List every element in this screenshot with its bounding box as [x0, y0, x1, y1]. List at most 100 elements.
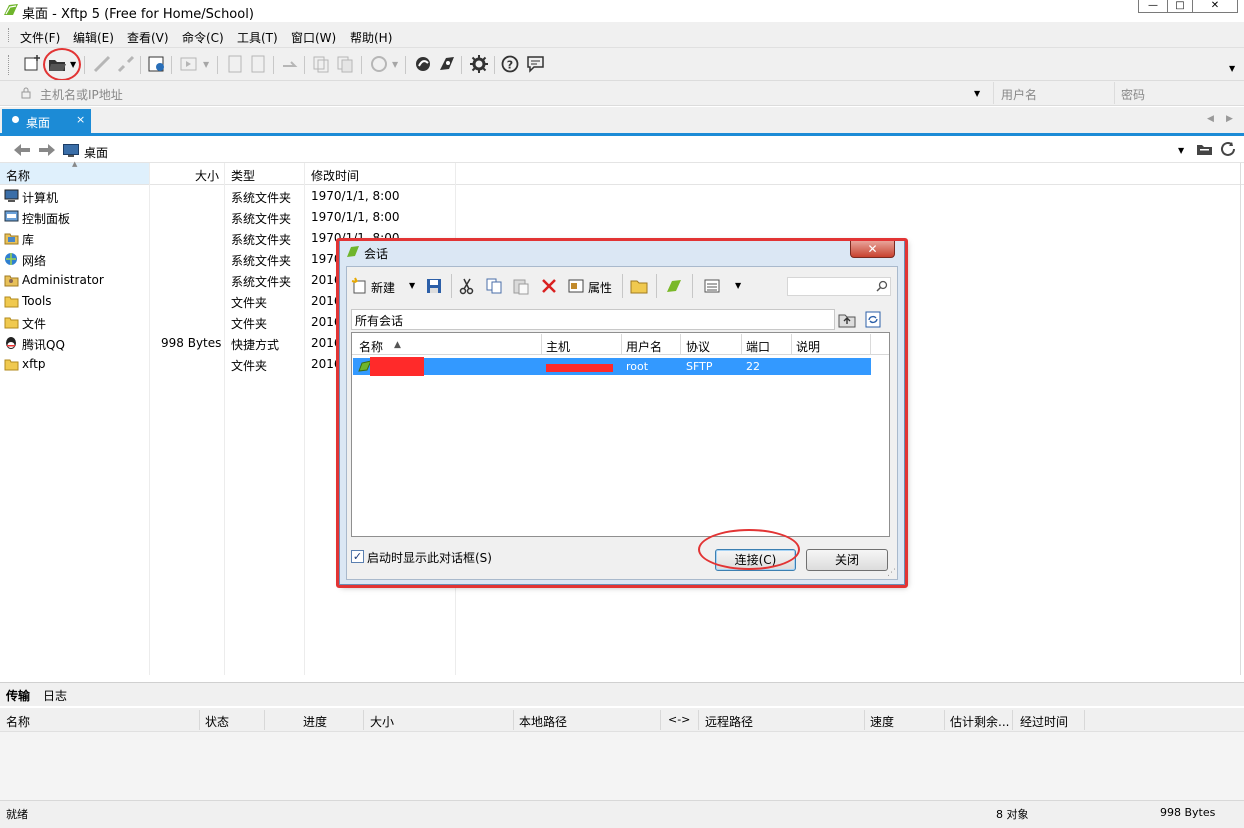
- disconnect-icon[interactable]: [116, 54, 136, 74]
- transfer-col-eta[interactable]: 估计剩余...: [950, 713, 1009, 730]
- current-path[interactable]: 桌面: [84, 144, 108, 161]
- column-divider: [513, 710, 514, 730]
- menu-file[interactable]: 文件(F): [20, 29, 60, 46]
- file-name: xftp: [22, 357, 46, 371]
- path-dropdown-arrow-icon[interactable]: ▼: [1178, 146, 1184, 155]
- pane-border: [1240, 163, 1241, 675]
- file-name: 计算机: [22, 191, 59, 205]
- column-divider: [363, 710, 364, 730]
- file-row[interactable]: 控制面板 系统文件夹 1970/1/1, 8:00: [0, 207, 460, 228]
- menu-window[interactable]: 窗口(W): [291, 29, 336, 46]
- computer-icon: [4, 189, 19, 202]
- object-count: 8 对象: [996, 808, 1029, 821]
- file-type: 系统文件夹: [231, 191, 292, 205]
- sort-ascending-icon: ▲: [72, 160, 78, 168]
- parent-folder-icon[interactable]: [1196, 142, 1213, 156]
- tab-label: 桌面: [26, 116, 51, 130]
- download-icon[interactable]: [248, 54, 268, 74]
- file-type: 系统文件夹: [231, 233, 292, 247]
- password-input[interactable]: 密码: [1121, 86, 1145, 103]
- file-modified: 1970/1/1, 8:00: [311, 189, 400, 203]
- transfer-dropdown-arrow-icon[interactable]: ▼: [203, 60, 209, 69]
- file-modified: 1970/1/1, 8:00: [311, 210, 400, 224]
- transfer-col-speed[interactable]: 速度: [870, 713, 894, 730]
- sync-icon[interactable]: [280, 54, 300, 74]
- menu-command[interactable]: 命令(C): [182, 29, 224, 46]
- gear-icon[interactable]: [469, 54, 489, 74]
- transfer-col-remote-path[interactable]: 远程路径: [705, 713, 753, 730]
- minimize-button[interactable]: —: [1138, 0, 1168, 13]
- file-type: 快捷方式: [231, 338, 280, 352]
- annotation-dialog-outline: [336, 238, 908, 588]
- transfer-col-size[interactable]: 大小: [370, 713, 394, 730]
- maximize-button[interactable]: □: [1167, 0, 1193, 13]
- transfer-icon[interactable]: [179, 54, 199, 74]
- username-input[interactable]: 用户名: [1001, 86, 1037, 103]
- host-input[interactable]: 主机名或IP地址: [40, 86, 123, 103]
- menu-bar: 文件(F) 编辑(E) 查看(V) 命令(C) 工具(T) 窗口(W) 帮助(H…: [0, 22, 1244, 48]
- transfer-col-name[interactable]: 名称: [6, 713, 30, 730]
- file-name: 网络: [22, 254, 47, 268]
- column-divider: [944, 710, 945, 730]
- tab-transfer[interactable]: 传输: [6, 687, 30, 704]
- toolbar-separator: [461, 56, 462, 74]
- refresh-icon[interactable]: [1220, 141, 1237, 157]
- globe-icon[interactable]: [369, 54, 389, 74]
- window-close-button[interactable]: ✕: [1192, 0, 1238, 13]
- tab-scroll-right-icon[interactable]: ▶: [1226, 114, 1233, 124]
- globe-dropdown-arrow-icon[interactable]: ▼: [392, 60, 398, 69]
- total-size: 998 Bytes: [1160, 806, 1216, 819]
- menu-tools[interactable]: 工具(T): [237, 29, 278, 46]
- file-name: 库: [22, 233, 35, 247]
- upload-icon[interactable]: [225, 54, 245, 74]
- toolbar-separator: [273, 56, 274, 74]
- toolbar-overflow-arrow-icon[interactable]: ▼: [1229, 64, 1235, 73]
- annotation-circle-open: [43, 48, 81, 81]
- address-divider: [993, 82, 994, 104]
- menu-edit[interactable]: 编辑(E): [73, 29, 114, 46]
- column-size[interactable]: 大小: [195, 167, 219, 184]
- menu-help[interactable]: 帮助(H): [350, 29, 392, 46]
- file-name: 控制面板: [22, 212, 71, 226]
- svg-text:?: ?: [507, 59, 513, 72]
- column-type[interactable]: 类型: [231, 167, 255, 184]
- transfer-list[interactable]: [0, 732, 1244, 800]
- transfer-tab-bar: [0, 682, 1244, 706]
- menu-view[interactable]: 查看(V): [127, 29, 169, 46]
- tab-close-icon[interactable]: ×: [76, 113, 85, 126]
- xshell-icon[interactable]: [413, 54, 433, 74]
- transfer-col-status[interactable]: 状态: [205, 713, 229, 730]
- tab-scroll-left-icon[interactable]: ◀: [1207, 114, 1214, 124]
- forward-arrow-icon[interactable]: [38, 143, 56, 157]
- copy-icon[interactable]: [311, 54, 331, 74]
- transfer-col-local-path[interactable]: 本地路径: [519, 713, 567, 730]
- toolbar-grip: [8, 55, 10, 75]
- toolbar-separator: [140, 56, 141, 74]
- transfer-col-direction[interactable]: <->: [668, 713, 690, 726]
- transfer-col-progress[interactable]: 进度: [303, 713, 327, 730]
- toolbar-separator: [405, 56, 406, 74]
- tab-desktop[interactable]: 桌面 ×: [2, 109, 91, 135]
- host-dropdown-arrow-icon[interactable]: ▼: [974, 89, 980, 98]
- session-properties-icon[interactable]: [147, 54, 167, 74]
- address-divider: [1114, 82, 1115, 104]
- transfer-col-elapsed[interactable]: 经过时间: [1020, 713, 1068, 730]
- help-icon[interactable]: ?: [500, 54, 520, 74]
- paste-icon[interactable]: [335, 54, 355, 74]
- tab-log[interactable]: 日志: [43, 687, 67, 704]
- back-arrow-icon[interactable]: [13, 143, 31, 157]
- xftp-icon[interactable]: [437, 54, 457, 74]
- annotation-circle-connect: [698, 529, 800, 570]
- address-bar: [0, 80, 1244, 106]
- column-divider: [864, 710, 865, 730]
- column-name[interactable]: 名称: [6, 167, 30, 184]
- file-size: 998 Bytes: [161, 336, 222, 350]
- new-session-icon[interactable]: [23, 54, 43, 74]
- file-type: 文件夹: [231, 359, 268, 373]
- library-icon: [4, 233, 19, 245]
- file-name: Administrator: [22, 273, 104, 287]
- file-row[interactable]: 计算机 系统文件夹 1970/1/1, 8:00: [0, 186, 460, 207]
- column-modified[interactable]: 修改时间: [311, 167, 359, 184]
- feedback-icon[interactable]: [526, 54, 546, 74]
- connect-icon[interactable]: [92, 54, 112, 74]
